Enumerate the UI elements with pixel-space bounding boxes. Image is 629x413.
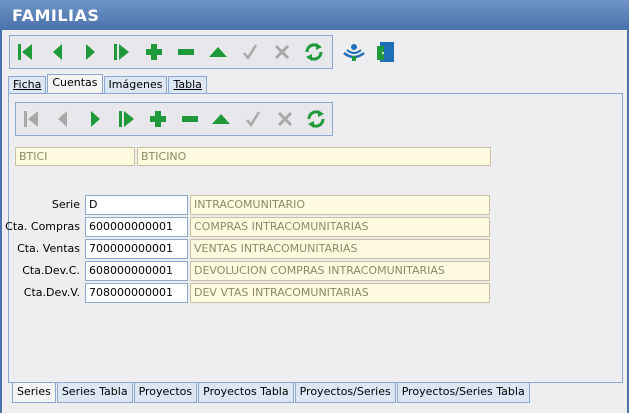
inner-cancel-button[interactable] [269, 104, 301, 134]
field-label: Serie [51, 198, 80, 211]
inner-confirm-button[interactable] [237, 104, 269, 134]
tab-imagenes[interactable]: Imágenes [103, 76, 168, 93]
next-record-icon [86, 44, 95, 60]
tab-proyectos-series[interactable]: Proyectos/Series [294, 383, 396, 403]
tab-ficha[interactable]: Ficha [8, 76, 47, 93]
first-record-icon [18, 44, 32, 60]
confirm-button[interactable] [234, 37, 266, 67]
cta-compras-input[interactable]: 600000000001 [85, 217, 188, 237]
delete-button[interactable] [170, 37, 202, 67]
contacts-icon [343, 44, 365, 61]
record-name-field: BTICINO [137, 147, 491, 166]
tab-proyectos-tabla[interactable]: Proyectos Tabla [198, 383, 294, 403]
edit-icon [209, 47, 227, 57]
add-button[interactable] [138, 37, 170, 67]
window-title: FAMILIAS [12, 6, 100, 25]
field-row-cta-dev-c: Cta.Dev.C. 608000000001 DEVOLUCION COMPR… [0, 261, 629, 281]
tab-cuentas[interactable]: Cuentas [47, 74, 103, 93]
title-bar: FAMILIAS [0, 0, 629, 30]
confirm-icon [243, 44, 258, 61]
cancel-button[interactable] [266, 37, 298, 67]
delete-icon [178, 49, 194, 55]
field-row-serie: Serie D INTRACOMUNITARIO [0, 195, 629, 215]
tab-tabla[interactable]: Tabla [168, 76, 207, 93]
cta-dev-c-input[interactable]: 608000000001 [85, 261, 188, 281]
field-row-cta-dev-v: Cta.Dev.V. 708000000001 DEV VTAS INTRACO… [0, 283, 629, 303]
tab-series-tabla[interactable]: Series Tabla [56, 383, 133, 403]
field-row-cta-ventas: Cta. Ventas 700000000001 VENTAS INTRACOM… [0, 239, 629, 259]
field-label: Cta.Dev.C. [22, 264, 80, 277]
edit-button[interactable] [202, 37, 234, 67]
cancel-icon [274, 44, 290, 60]
prev-record-button[interactable] [42, 37, 74, 67]
inner-refresh-button[interactable] [300, 104, 332, 134]
add-icon [150, 111, 167, 127]
field-row-cta-compras: Cta. Compras 600000000001 COMPRAS INTRAC… [0, 217, 629, 237]
inner-next-record-button[interactable] [79, 104, 111, 134]
field-label: Cta.Dev.V. [23, 286, 80, 299]
prev-record-icon [58, 111, 68, 127]
tab-proyectos[interactable]: Proyectos [133, 383, 198, 403]
cta-ventas-input[interactable]: 700000000001 [85, 239, 188, 259]
bottom-tab-strip: Series Series Tabla Proyectos Proyectos … [12, 383, 531, 403]
next-record-icon [90, 111, 100, 127]
field-label: Cta. Ventas [17, 242, 80, 255]
refresh-icon [305, 43, 323, 61]
tab-proyectos-series-tabla[interactable]: Proyectos/Series Tabla [396, 383, 530, 403]
inner-toolbar [15, 102, 333, 136]
cta-ventas-description: VENTAS INTRACOMUNITARIAS [190, 239, 490, 259]
top-tab-strip: Ficha Cuentas Imágenes Tabla [8, 74, 208, 93]
tab-series[interactable]: Series [12, 383, 56, 403]
delete-icon [181, 116, 198, 122]
cuentas-panel [8, 93, 623, 383]
cta-dev-c-description: DEVOLUCION COMPRAS INTRACOMUNITARIAS [190, 261, 490, 281]
exit-door-icon [377, 42, 394, 62]
cancel-icon [277, 111, 292, 127]
inner-prev-record-button[interactable] [48, 104, 80, 134]
last-record-icon [114, 44, 129, 60]
inner-add-button[interactable] [142, 104, 174, 134]
cta-dev-v-description: DEV VTAS INTRACOMUNITARIAS [190, 283, 490, 303]
field-label: Cta. Compras [5, 220, 80, 233]
contacts-button[interactable] [338, 37, 370, 67]
last-record-button[interactable] [106, 37, 138, 67]
first-record-button[interactable] [10, 37, 42, 67]
main-toolbar [9, 35, 333, 69]
confirm-icon [245, 111, 261, 128]
extra-toolbar [338, 35, 402, 69]
inner-delete-button[interactable] [174, 104, 206, 134]
last-record-icon [118, 111, 134, 127]
inner-last-record-button[interactable] [111, 104, 143, 134]
cta-compras-description: COMPRAS INTRACOMUNITARIAS [190, 217, 490, 237]
refresh-icon [307, 110, 325, 128]
next-record-button[interactable] [74, 37, 106, 67]
refresh-button[interactable] [298, 37, 330, 67]
serie-description: INTRACOMUNITARIO [190, 195, 490, 215]
cta-dev-v-input[interactable]: 708000000001 [85, 283, 188, 303]
serie-input[interactable]: D [85, 195, 188, 215]
add-icon [146, 44, 162, 60]
inner-edit-button[interactable] [206, 104, 238, 134]
prev-record-icon [53, 44, 62, 60]
record-code-field: BTICI [15, 147, 135, 166]
edit-icon [212, 114, 231, 124]
exit-button[interactable] [370, 37, 402, 67]
first-record-icon [23, 111, 38, 127]
inner-first-record-button[interactable] [16, 104, 48, 134]
